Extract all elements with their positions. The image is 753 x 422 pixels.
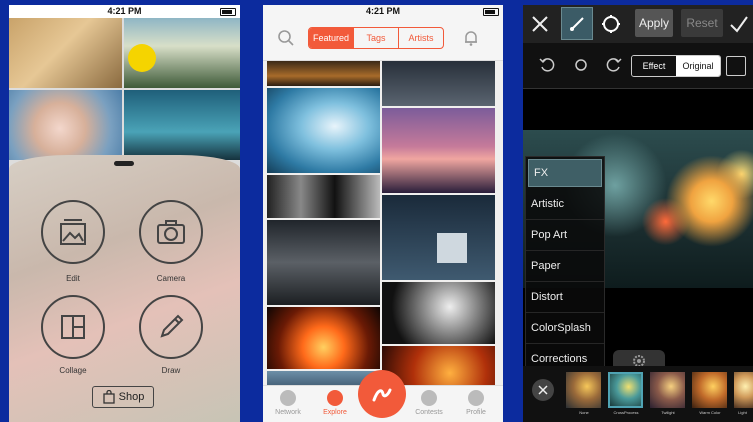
square-toggle[interactable] (726, 56, 746, 76)
checkmark-icon[interactable] (729, 14, 749, 34)
collage-button[interactable] (41, 295, 105, 359)
effect-toggle-option[interactable]: Effect (632, 56, 676, 76)
close-icon[interactable] (530, 14, 550, 34)
battery-icon (483, 8, 499, 16)
shape-mask-icon[interactable] (601, 14, 621, 34)
brush-button[interactable] (561, 7, 593, 40)
trophy-icon (421, 390, 437, 406)
close-icon (538, 385, 548, 395)
effect-category-fx[interactable]: FX (528, 159, 602, 187)
picsart-logo-icon (372, 388, 392, 402)
status-bar: 4:21 PM (9, 5, 240, 18)
tab-label: Explore (323, 409, 347, 416)
collage-icon (61, 315, 85, 339)
feed-image-dark[interactable] (382, 61, 495, 106)
draw-label: Draw (161, 366, 181, 375)
edit-label: Edit (66, 274, 80, 283)
smiley-icon (128, 44, 156, 72)
feed-image-bw-splash[interactable] (382, 282, 495, 344)
filter-label: None (579, 410, 589, 415)
feed-image-dark-room[interactable] (267, 220, 380, 305)
reset-button[interactable]: Reset (681, 9, 723, 37)
battery-icon (220, 8, 236, 16)
feed-image-sunset[interactable] (267, 61, 380, 86)
filter-thumbnail[interactable] (734, 372, 753, 408)
tab-featured[interactable]: Featured (309, 28, 353, 48)
create-button[interactable] (358, 370, 406, 418)
tab-label: Profile (466, 409, 486, 416)
effect-category-pop-art[interactable]: Pop Art (526, 220, 604, 251)
effect-category-paper[interactable]: Paper (526, 251, 604, 282)
pencil-icon (160, 314, 184, 338)
explore-screen: 4:21 PM Featured Tags Artists Network Ex… (263, 5, 503, 422)
original-toggle-option[interactable]: Original (676, 56, 720, 76)
effect-original-toggle: Effect Original (631, 55, 721, 77)
compass-icon (327, 390, 343, 406)
filter-label: Warm Color (699, 410, 721, 415)
feed-image-fire[interactable] (267, 307, 380, 369)
close-filter-button[interactable] (532, 379, 554, 401)
draw-button[interactable] (139, 295, 203, 359)
effect-category-distort[interactable]: Distort (526, 282, 604, 313)
window-shape (437, 233, 467, 263)
tab-network[interactable]: Network (268, 390, 308, 416)
eraser-circle-icon[interactable] (574, 58, 588, 72)
filter-thumbnail-strip: None CrossProcess Twilight Warm Color Li… (523, 366, 753, 422)
photo-smiley-landscape[interactable] (124, 18, 240, 88)
edit-photo-icon (60, 219, 86, 245)
explore-segments: Featured Tags Artists (308, 27, 444, 49)
globe-icon (280, 390, 296, 406)
edit-button[interactable] (41, 200, 105, 264)
effect-category-artistic[interactable]: Artistic (526, 189, 604, 220)
search-icon[interactable] (277, 29, 295, 47)
filter-thumbnail[interactable] (692, 372, 727, 408)
create-menu-sheet: Edit Camera Collage Draw Shop (9, 155, 240, 422)
editor-toolbar: Apply Reset (523, 5, 753, 43)
tab-contests[interactable]: Contests (409, 390, 449, 416)
sheet-handle[interactable] (114, 161, 134, 166)
filter-label: Twilight (661, 410, 675, 415)
tab-explore[interactable]: Explore (315, 390, 355, 416)
status-bar: 4:21 PM (263, 5, 503, 18)
tab-profile[interactable]: Profile (456, 390, 496, 416)
effects-category-menu: FX Artistic Pop Art Paper Distort ColorS… (525, 156, 605, 375)
status-time: 4:21 PM (107, 6, 142, 16)
tab-label: Network (275, 409, 301, 416)
effect-category-colorsplash[interactable]: ColorSplash (526, 313, 604, 344)
collage-label: Collage (59, 366, 87, 375)
home-screen: 4:21 PM Edit Camera Collage Draw Shop (9, 5, 240, 422)
filter-thumbnail[interactable] (566, 372, 601, 408)
filter-thumbnail-selected[interactable] (608, 372, 643, 408)
feed-image-bw-collage[interactable] (267, 175, 380, 218)
filter-thumbnail[interactable] (650, 372, 685, 408)
undo-icon[interactable] (539, 57, 555, 73)
editor-subtoolbar: Effect Original (523, 43, 753, 89)
brush-icon (570, 16, 584, 31)
bell-icon[interactable] (462, 29, 480, 47)
shopping-bag-icon (102, 390, 115, 404)
camera-label: Camera (156, 274, 186, 283)
photo-masked-woman[interactable] (9, 90, 122, 160)
camera-icon (157, 220, 185, 244)
feed-image-glass-bottle[interactable] (267, 88, 380, 173)
feed-image-window[interactable] (382, 195, 495, 280)
filter-label: CrossProcess (613, 410, 639, 415)
photo-feet[interactable] (9, 18, 122, 88)
tab-label: Contests (415, 409, 443, 416)
redo-icon[interactable] (606, 57, 622, 73)
status-time: 4:21 PM (365, 6, 400, 16)
tab-artists[interactable]: Artists (398, 28, 443, 48)
profile-icon (468, 390, 484, 406)
camera-button[interactable] (139, 200, 203, 264)
photo-palm-sunset[interactable] (124, 90, 240, 160)
feed-image-pink-mountains[interactable] (382, 108, 495, 193)
shop-label: Shop (118, 391, 145, 403)
filter-label: Light (738, 410, 747, 415)
apply-button[interactable]: Apply (635, 9, 673, 37)
effects-editor-screen: Apply Reset Effect Original FX Artistic … (523, 5, 753, 422)
top-nav: Featured Tags Artists (263, 18, 503, 61)
tab-tags[interactable]: Tags (353, 28, 398, 48)
shop-button[interactable]: Shop (92, 386, 154, 408)
